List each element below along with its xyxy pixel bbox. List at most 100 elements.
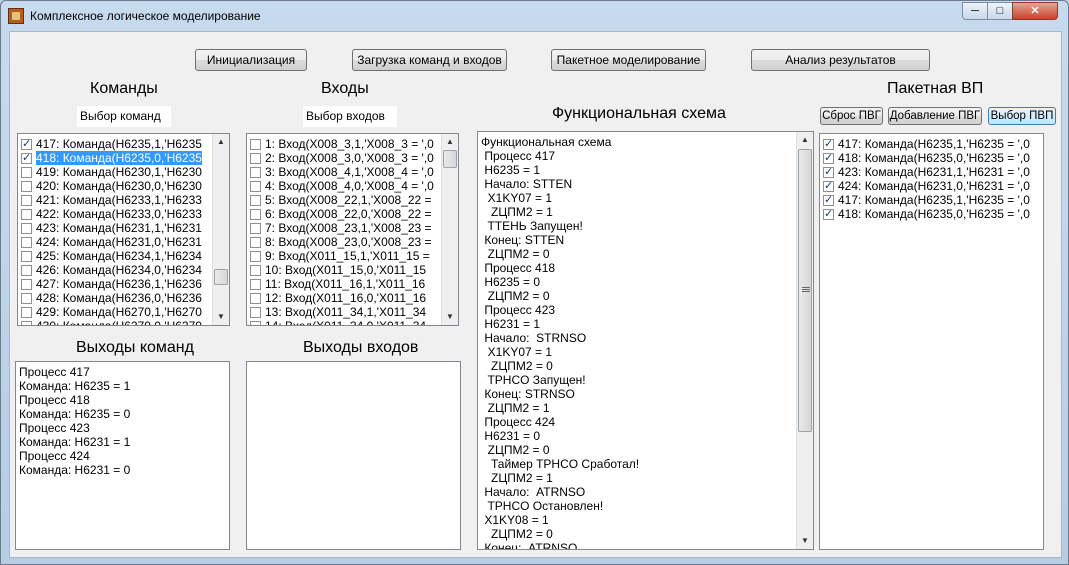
list-item[interactable]: 426: Команда(H6234,0,'H6234 — [18, 263, 229, 277]
checkbox[interactable] — [823, 137, 834, 151]
scroll-down-icon[interactable]: ▼ — [442, 309, 458, 325]
checkbox[interactable] — [250, 138, 261, 150]
list-item[interactable]: 430: Команда(H6270,0,'H6270 — [18, 319, 229, 325]
commands-checklist[interactable]: 417: Команда(H6235,1,'H6235418: Команда(… — [17, 133, 230, 326]
checkbox[interactable] — [250, 166, 261, 178]
tab-select-inputs[interactable]: Выбор входов — [303, 106, 397, 127]
scroll-up-icon[interactable]: ▲ — [797, 132, 813, 148]
scroll-down-icon[interactable]: ▼ — [797, 533, 813, 549]
list-item[interactable]: 419: Команда(H6230,1,'H6230 — [18, 165, 229, 179]
checkbox[interactable] — [21, 278, 32, 290]
list-item[interactable]: 9: Вход(X011_15,1,'X011_15 = — [247, 249, 458, 263]
checkbox[interactable] — [250, 264, 261, 276]
load-commands-inputs-button[interactable]: Загрузка команд и входов — [352, 49, 507, 71]
input-outputs-box[interactable] — [246, 361, 461, 550]
list-item[interactable]: 428: Команда(H6236,0,'H6236 — [18, 291, 229, 305]
checkbox[interactable] — [21, 194, 32, 206]
checkbox[interactable] — [21, 222, 32, 234]
scroll-thumb[interactable] — [798, 149, 812, 432]
list-item[interactable]: 7: Вход(X008_23,1,'X008_23 = — [247, 221, 458, 235]
checkbox[interactable] — [21, 166, 32, 178]
list-item[interactable]: 5: Вход(X008_22,1,'X008_22 = — [247, 193, 458, 207]
checkbox[interactable] — [250, 180, 261, 192]
scroll-thumb[interactable] — [443, 150, 457, 168]
checkbox[interactable] — [21, 208, 32, 220]
list-item[interactable]: 6: Вход(X008_22,0,'X008_22 = — [247, 207, 458, 221]
list-item[interactable]: 417: Команда(H6235,1,'H6235 — [18, 137, 229, 151]
checkbox[interactable] — [21, 137, 32, 151]
list-item[interactable]: 14: Вход(X011_34,0,'X011_34 — [247, 319, 458, 325]
checkbox[interactable] — [823, 165, 834, 179]
functional-scheme-box[interactable]: Функциональная схема Процесс 417 H6235 =… — [477, 131, 814, 550]
list-item[interactable]: 417: Команда(H6235,1,'H6235 = ',0 — [820, 193, 1043, 207]
checkbox[interactable] — [823, 179, 834, 193]
checkbox[interactable] — [823, 151, 834, 165]
checkbox[interactable] — [250, 236, 261, 248]
list-item[interactable]: 2: Вход(X008_3,0,'X008_3 = ',0 — [247, 151, 458, 165]
list-item[interactable]: 417: Команда(H6235,1,'H6235 = ',0 — [820, 137, 1043, 151]
checkbox[interactable] — [823, 193, 834, 207]
checkbox[interactable] — [21, 264, 32, 276]
maximize-icon: □ — [996, 5, 1004, 17]
checkbox[interactable] — [250, 292, 261, 304]
init-button[interactable]: Инициализация — [195, 49, 307, 71]
list-item[interactable]: 13: Вход(X011_34,1,'X011_34 — [247, 305, 458, 319]
list-item[interactable]: 423: Команда(H6231,1,'H6231 — [18, 221, 229, 235]
scroll-up-icon[interactable]: ▲ — [213, 134, 229, 150]
checkbox[interactable] — [21, 250, 32, 262]
checkbox[interactable] — [21, 236, 32, 248]
checkbox[interactable] — [823, 207, 834, 221]
checkbox[interactable] — [250, 306, 261, 318]
checkbox[interactable] — [250, 222, 261, 234]
close-button[interactable]: ✕ — [1012, 2, 1058, 20]
list-item[interactable]: 10: Вход(X011_15,0,'X011_15 — [247, 263, 458, 277]
checkbox[interactable] — [250, 320, 261, 325]
tab-select-commands[interactable]: Выбор команд — [77, 106, 171, 127]
maximize-button[interactable]: □ — [987, 2, 1013, 20]
list-item[interactable]: 421: Команда(H6233,1,'H6233 — [18, 193, 229, 207]
reset-pvg-button[interactable]: Сброс ПВГ — [820, 107, 883, 125]
minimize-button[interactable]: ─ — [962, 2, 988, 20]
list-item[interactable]: 8: Вход(X008_23,0,'X008_23 = — [247, 235, 458, 249]
checkbox[interactable] — [21, 292, 32, 304]
list-item[interactable]: 420: Команда(H6230,0,'H6230 — [18, 179, 229, 193]
checkbox[interactable] — [250, 152, 261, 164]
select-pvp-button[interactable]: Выбор ПВП — [988, 107, 1056, 125]
list-item[interactable]: 418: Команда(H6235,0,'H6235 = ',0 — [820, 151, 1043, 165]
checkbox[interactable] — [21, 151, 32, 165]
list-item[interactable]: 429: Команда(H6270,1,'H6270 — [18, 305, 229, 319]
list-item[interactable]: 424: Команда(H6231,0,'H6231 — [18, 235, 229, 249]
checkbox[interactable] — [250, 250, 261, 262]
list-item[interactable]: 3: Вход(X008_4,1,'X008_4 = ',0 — [247, 165, 458, 179]
commands-scrollbar[interactable]: ▲ ▼ — [212, 134, 229, 325]
checkbox[interactable] — [250, 208, 261, 220]
list-item[interactable]: 424: Команда(H6231,0,'H6231 = ',0 — [820, 179, 1043, 193]
checkbox[interactable] — [21, 320, 32, 325]
command-outputs-box[interactable]: Процесс 417 Команда: H6235 = 1 Процесс 418… — [15, 361, 230, 550]
scroll-up-icon[interactable]: ▲ — [442, 134, 458, 150]
checkbox[interactable] — [21, 306, 32, 318]
list-item[interactable]: 12: Вход(X011_16,0,'X011_16 — [247, 291, 458, 305]
checkbox[interactable] — [250, 194, 261, 206]
list-item[interactable]: 425: Команда(H6234,1,'H6234 — [18, 249, 229, 263]
title-bar[interactable]: Комплексное логическое моделирование ─ □… — [1, 1, 1068, 31]
analysis-button[interactable]: Анализ результатов — [751, 49, 930, 71]
list-item[interactable]: 418: Команда(H6235,0,'H6235 = ',0 — [820, 207, 1043, 221]
scroll-thumb[interactable] — [214, 269, 228, 285]
list-item[interactable]: 422: Команда(H6233,0,'H6233 — [18, 207, 229, 221]
scroll-down-icon[interactable]: ▼ — [213, 309, 229, 325]
add-pvg-button[interactable]: Добавление ПВГ — [888, 107, 982, 125]
batch-checklist[interactable]: 417: Команда(H6235,1,'H6235 = ',0418: Ко… — [819, 133, 1044, 550]
list-item[interactable]: 4: Вход(X008_4,0,'X008_4 = ',0 — [247, 179, 458, 193]
list-item[interactable]: 418: Команда(H6235,0,'H6235 — [18, 151, 229, 165]
list-item[interactable]: 423: Команда(H6231,1,'H6231 = ',0 — [820, 165, 1043, 179]
list-item[interactable]: 1: Вход(X008_3,1,'X008_3 = ',0 — [247, 137, 458, 151]
inputs-checklist[interactable]: 1: Вход(X008_3,1,'X008_3 = ',0 2: Вход(X0… — [246, 133, 459, 326]
batch-modeling-button[interactable]: Пакетное моделирование — [551, 49, 706, 71]
list-item[interactable]: 427: Команда(H6236,1,'H6236 — [18, 277, 229, 291]
inputs-scrollbar[interactable]: ▲ ▼ — [441, 134, 458, 325]
list-item[interactable]: 11: Вход(X011_16,1,'X011_16 — [247, 277, 458, 291]
functional-scheme-scrollbar[interactable]: ▲ ▼ — [796, 132, 813, 549]
checkbox[interactable] — [21, 180, 32, 192]
checkbox[interactable] — [250, 278, 261, 290]
